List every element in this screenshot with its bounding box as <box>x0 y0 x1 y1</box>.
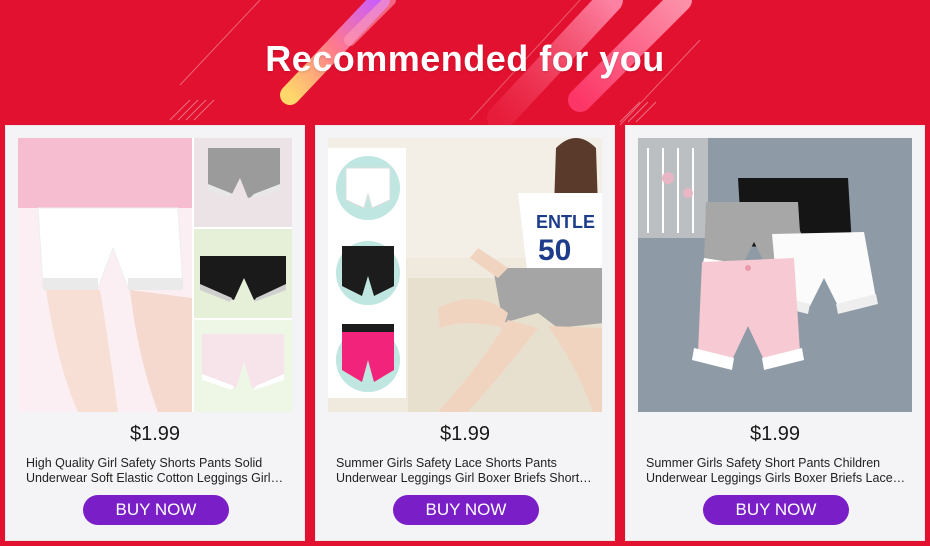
product-image[interactable] <box>638 138 912 412</box>
product-price: $1.99 <box>749 423 801 445</box>
product-image[interactable]: ENTLE 50 <box>328 138 602 412</box>
buy-now-button[interactable]: BUY NOW <box>83 495 229 525</box>
product-card[interactable]: $1.99 Summer Girls Safety Short Pants Ch… <box>625 125 925 541</box>
svg-text:ENTLE: ENTLE <box>536 212 595 232</box>
girl-wearing-shorts-photo-image: ENTLE 50 <box>328 138 602 412</box>
buy-now-button[interactable]: BUY NOW <box>703 495 849 525</box>
buy-now-button[interactable]: BUY NOW <box>393 495 539 525</box>
lace-shorts-flatlay-image <box>638 138 912 412</box>
product-price: $1.99 <box>439 423 491 445</box>
page-title: Recommended for you <box>265 38 665 79</box>
product-card[interactable]: ENTLE 50 $1.99 Summer Girls Safety Lace … <box>315 125 615 541</box>
product-name[interactable]: Summer Girls Safety Lace Shorts Pants Un… <box>336 456 598 486</box>
svg-text:50: 50 <box>538 234 571 267</box>
product-name[interactable]: Summer Girls Safety Short Pants Children… <box>646 456 908 486</box>
product-name[interactable]: High Quality Girl Safety Shorts Pants So… <box>26 456 288 486</box>
product-image[interactable] <box>18 138 292 412</box>
product-price: $1.99 <box>129 423 181 445</box>
product-card[interactable]: $1.99 High Quality Girl Safety Shorts Pa… <box>5 125 305 541</box>
safety-shorts-collage-image <box>18 138 292 412</box>
